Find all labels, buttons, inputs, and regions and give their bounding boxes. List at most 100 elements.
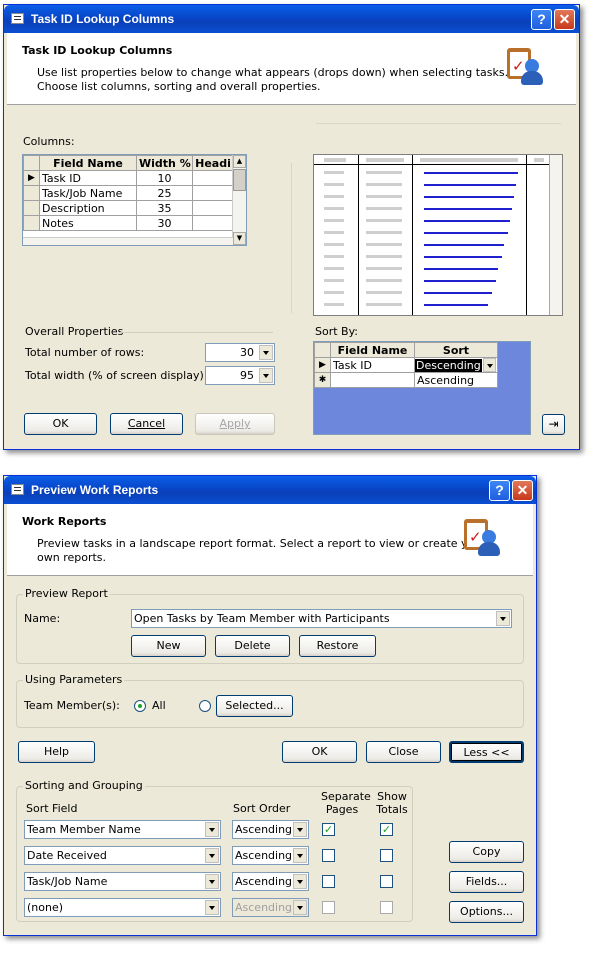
width-cell[interactable]: 25 [136,185,193,201]
table-row[interactable]: Notes 30 [23,215,234,231]
table-row[interactable]: ✱ Ascending [314,372,498,388]
width-arrow-icon [316,123,561,124]
horizontal-scrollbar[interactable] [23,237,233,245]
close-icon[interactable]: ✕ [554,9,575,30]
delete-button[interactable]: Delete [215,635,290,657]
table-row[interactable]: ▶ Task ID 10 [23,170,234,186]
show-totals-checkbox[interactable]: ✓ [380,823,393,836]
export-icon[interactable]: ⇥ [542,414,565,435]
separate-pages-checkbox[interactable] [322,875,335,888]
dropdown-option[interactable]: Ascending [414,372,498,388]
chevron-down-icon[interactable] [293,848,307,863]
report-name-select[interactable]: Open Tasks by Team Member with Participa… [131,609,512,628]
chevron-down-icon[interactable] [259,368,273,383]
apply-button[interactable]: Apply [195,413,275,435]
columns-grid[interactable]: Field Name Width % Headi ▶ Task ID 10 Ta… [22,154,247,246]
column-header[interactable]: Width % [136,155,193,171]
vertical-scrollbar[interactable]: ▲ ▼ [232,155,246,245]
row-selector[interactable] [23,200,40,216]
width-stepper[interactable]: 95 [205,366,275,385]
sort-field-select[interactable]: Team Member Name [24,820,221,839]
show-totals-checkbox[interactable] [380,901,393,914]
selected-radio[interactable] [199,700,211,712]
fields-button[interactable]: Fields... [449,871,524,893]
heading-cell[interactable] [192,215,234,231]
field-name-cell[interactable]: Notes [39,215,137,231]
chevron-down-icon[interactable] [205,848,219,863]
ok-button[interactable]: OK [282,741,357,763]
field-name-cell[interactable]: Description [39,200,137,216]
sort-field-select[interactable]: Date Received [24,846,221,865]
heading-cell[interactable] [192,185,234,201]
width-cell[interactable]: 10 [136,170,193,186]
copy-button[interactable]: Copy [449,841,524,863]
table-row[interactable]: ▶ Task ID Descending [314,357,498,373]
sort-select[interactable]: Descending [414,357,498,373]
chevron-down-icon[interactable] [205,874,219,889]
ok-button[interactable]: OK [24,413,97,435]
chevron-down-icon[interactable] [293,874,307,889]
cancel-button[interactable]: Cancel [110,413,183,435]
close-button[interactable]: Close [366,741,441,763]
header-desc-line: Use list properties below to change what… [37,66,509,79]
chevron-down-icon[interactable] [205,822,219,837]
show-totals-checkbox[interactable] [380,875,393,888]
chevron-down-icon[interactable] [205,900,219,915]
title-bar[interactable]: Preview Work Reports ? ✕ [4,476,536,504]
heading-cell[interactable] [192,170,234,186]
rows-stepper[interactable]: 30 [205,343,275,362]
sort-field-select[interactable]: (none) [24,898,221,917]
chevron-down-icon[interactable] [496,611,510,626]
column-header[interactable]: Headi [192,155,234,171]
width-cell[interactable]: 35 [136,200,193,216]
sort-order-select[interactable]: Ascending [232,846,309,865]
close-icon[interactable]: ✕ [512,480,533,501]
row-selector[interactable] [23,215,40,231]
column-header[interactable]: Field Name [330,342,415,358]
chevron-down-icon[interactable] [483,358,496,372]
chevron-down-icon[interactable] [293,822,307,837]
restore-button[interactable]: Restore [299,635,376,657]
scroll-down-icon[interactable]: ▼ [233,232,246,245]
grid-corner [23,155,40,171]
sort-order-select[interactable]: Ascending [232,872,309,891]
separate-pages-checkbox[interactable] [322,849,335,862]
column-header[interactable]: Field Name [39,155,137,171]
help-icon[interactable]: ? [489,480,510,501]
chevron-down-icon[interactable] [259,345,273,360]
show-totals-checkbox[interactable] [380,849,393,862]
column-header[interactable]: Sort [414,342,498,358]
column-preview [313,154,563,316]
sort-order-select[interactable]: Ascending [232,820,309,839]
table-row[interactable]: Task/Job Name 25 [23,185,234,201]
sort-field-select[interactable]: Task/Job Name [24,872,221,891]
all-radio[interactable] [134,700,146,712]
scroll-up-icon[interactable]: ▲ [233,155,246,168]
separate-pages-checkbox[interactable] [322,901,335,914]
sort-order-select[interactable]: Ascending [232,898,309,917]
options-button[interactable]: Options... [449,901,524,923]
title-bar[interactable]: Task ID Lookup Columns ? ✕ [4,5,579,33]
all-label[interactable]: All [152,699,166,712]
scroll-thumb[interactable] [233,169,246,191]
new-button[interactable]: New [131,635,206,657]
table-row[interactable]: Description 35 [23,200,234,216]
header-desc-line: own reports. [37,551,107,564]
separate-pages-checkbox[interactable]: ✓ [322,823,335,836]
help-icon[interactable]: ? [531,9,552,30]
heading-cell[interactable] [192,200,234,216]
overall-properties-label: Overall Properties [25,325,124,338]
header-desc-line: Choose list columns, sorting and overall… [37,80,321,93]
field-name-cell[interactable]: Task/Job Name [39,185,137,201]
width-cell[interactable]: 30 [136,215,193,231]
using-parameters-group: Using Parameters Team Member(s): All Sel… [16,673,524,728]
less-button[interactable]: Less << [449,741,524,763]
field-name-cell[interactable]: Task ID [330,357,415,373]
selected-button[interactable]: Selected... [216,695,293,717]
field-name-cell[interactable] [330,372,415,388]
sort-by-grid[interactable]: Field Name Sort ▶ Task ID Descending ✱ A… [313,341,531,435]
help-button[interactable]: Help [18,741,95,763]
row-selector[interactable] [23,185,40,201]
chevron-down-icon[interactable] [293,900,307,915]
field-name-cell[interactable]: Task ID [39,170,137,186]
